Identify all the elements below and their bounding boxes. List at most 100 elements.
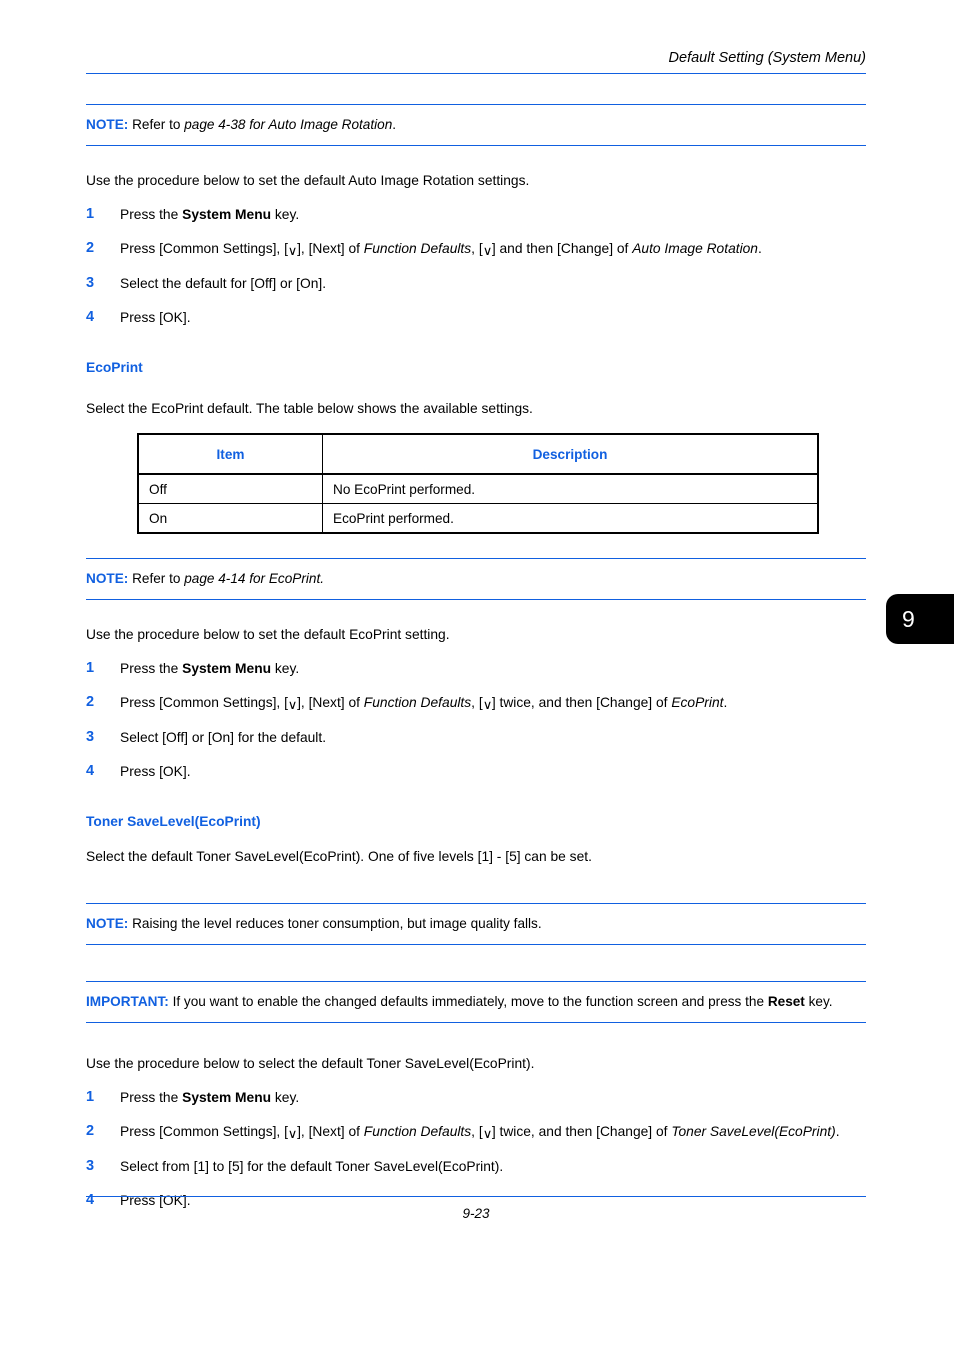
- chevron-down-icon: ∨: [287, 698, 298, 712]
- table-cell-item: On: [137, 503, 323, 534]
- note-text-before: Raising the level reduces toner consumpt…: [132, 916, 542, 931]
- step-text-part: Press [Common Settings], [: [120, 1124, 288, 1139]
- note-label: NOTE:: [86, 916, 129, 931]
- note-text-italic: page 4-14 for EcoPrint.: [184, 571, 325, 586]
- step-text-part: .: [758, 241, 762, 256]
- chevron-down-icon: ∨: [482, 698, 493, 712]
- toner-savelevel-description: Select the default Toner SaveLevel(EcoPr…: [86, 849, 592, 864]
- intro-auto-image-rotation: Use the procedure below to set the defau…: [86, 173, 530, 188]
- step-text-part: key.: [271, 207, 300, 222]
- step-text-part: Press [Common Settings], [: [120, 695, 288, 710]
- footer-divider: [86, 1196, 866, 1197]
- step-number: 2: [86, 240, 95, 256]
- step-text: Press [Common Settings], [∨], [Next] of …: [120, 692, 866, 714]
- step-number: 4: [86, 763, 95, 779]
- intro-ecoprint: Use the procedure below to set the defau…: [86, 627, 450, 642]
- chapter-tab-marker: 9: [886, 594, 954, 644]
- important-callout: IMPORTANT: If you want to enable the cha…: [86, 981, 866, 1023]
- table-header-item: Item: [137, 433, 323, 475]
- step-text: Press the System Menu key.: [120, 658, 866, 679]
- step-text-part: Press the: [120, 661, 183, 676]
- page-header: Default Setting (System Menu): [86, 48, 866, 74]
- step-text-part: , [: [471, 241, 483, 256]
- note-text-before: Refer to: [132, 117, 185, 132]
- step-text-part: ] twice, and then [Change] of: [491, 695, 672, 710]
- page-number: 9-23: [462, 1206, 490, 1221]
- document-page: Default Setting (System Menu) NOTE: Refe…: [0, 0, 954, 1350]
- step-text-part: .: [723, 695, 728, 710]
- heading-toner-savelevel: Toner SaveLevel(EcoPrint): [86, 814, 261, 829]
- step-item: 4 Press [OK].: [86, 307, 866, 328]
- step-text-bold: System Menu: [182, 207, 272, 222]
- header-title: Default Setting (System Menu): [668, 50, 866, 66]
- step-number: 1: [86, 1089, 95, 1105]
- table-header-description: Description: [322, 433, 819, 475]
- step-number: 2: [86, 1123, 95, 1139]
- note-text-after: .: [392, 117, 397, 132]
- step-text-part: key.: [271, 661, 300, 676]
- chevron-down-icon: ∨: [287, 1127, 298, 1141]
- step-text-part: , [: [471, 695, 483, 710]
- ecoprint-settings-table-wrapper: Item Description Off No EcoPrint perform…: [137, 433, 819, 534]
- step-number: 3: [86, 1158, 95, 1174]
- step-text: Select the default for [Off] or [On].: [120, 276, 327, 291]
- step-item: 2 Press [Common Settings], [∨], [Next] o…: [86, 1121, 866, 1143]
- table-row: Off No EcoPrint performed.: [137, 473, 819, 504]
- step-text: Press [OK].: [120, 310, 191, 325]
- step-text-part: Press [Common Settings], [: [120, 241, 288, 256]
- header-divider: [86, 73, 866, 74]
- step-item: 3 Select from [1] to [5] for the default…: [86, 1156, 866, 1177]
- step-text-part: key.: [271, 1090, 300, 1105]
- step-item: 1 Press the System Menu key.: [86, 658, 866, 679]
- page-content: NOTE: Refer to page 4-38 for Auto Image …: [86, 104, 866, 1211]
- important-text-bold: Reset: [767, 994, 805, 1009]
- procedure-toner-savelevel: 1 Press the System Menu key. 2 Press [Co…: [86, 1087, 866, 1211]
- step-text-italic: Toner SaveLevel(EcoPrint): [671, 1124, 836, 1139]
- step-text: Press [OK].: [120, 764, 191, 779]
- note-ecoprint: NOTE: Refer to page 4-14 for EcoPrint.: [86, 558, 866, 600]
- procedure-auto-image-rotation: 1 Press the System Menu key. 2 Press [Co…: [86, 204, 866, 328]
- step-text-part: Press the: [120, 1090, 183, 1105]
- step-text-part: ] and then [Change] of: [491, 241, 633, 256]
- step-text-part: ], [Next] of: [297, 241, 364, 256]
- note-label: NOTE:: [86, 117, 129, 132]
- step-text: Select [Off] or [On] for the default.: [120, 730, 327, 745]
- ecoprint-settings-table: Item Description Off No EcoPrint perform…: [137, 433, 819, 534]
- step-item: 3 Select the default for [Off] or [On].: [86, 273, 866, 294]
- step-text-italic: Function Defaults: [363, 1124, 472, 1139]
- step-item: 2 Press [Common Settings], [∨], [Next] o…: [86, 238, 866, 260]
- step-number: 1: [86, 206, 95, 222]
- table-head: Item Description: [137, 433, 819, 475]
- step-text-italic: Function Defaults: [363, 241, 472, 256]
- step-text-part: ], [Next] of: [297, 1124, 364, 1139]
- note-text-before: Refer to: [132, 571, 185, 586]
- step-item: 2 Press [Common Settings], [∨], [Next] o…: [86, 692, 866, 714]
- step-number: 1: [86, 660, 95, 676]
- step-text-part: Press the: [120, 207, 183, 222]
- step-text: Press [Common Settings], [∨], [Next] of …: [120, 238, 866, 260]
- chevron-down-icon: ∨: [482, 1127, 493, 1141]
- important-label: IMPORTANT:: [86, 994, 169, 1009]
- step-text-italic: Function Defaults: [363, 695, 472, 710]
- step-text-part: .: [835, 1124, 840, 1139]
- step-item: 1 Press the System Menu key.: [86, 1087, 866, 1108]
- table-row: On EcoPrint performed.: [137, 503, 819, 534]
- procedure-ecoprint: 1 Press the System Menu key. 2 Press [Co…: [86, 658, 866, 782]
- table-cell-description: No EcoPrint performed.: [322, 473, 819, 504]
- note-text-italic: page 4-38 for Auto Image Rotation: [184, 117, 393, 132]
- table-header-row: Item Description: [137, 433, 819, 475]
- step-item: 4 Press [OK].: [86, 761, 866, 782]
- ecoprint-description: Select the EcoPrint default. The table b…: [86, 401, 533, 416]
- step-text-bold: System Menu: [182, 1090, 272, 1105]
- step-number: 3: [86, 275, 95, 291]
